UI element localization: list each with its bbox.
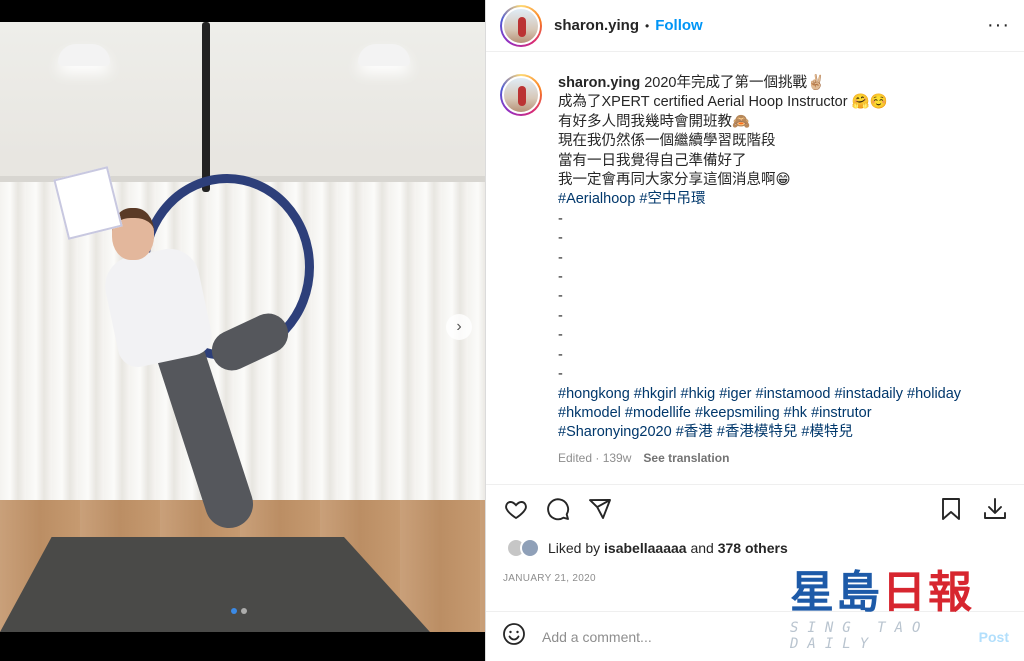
dash-line: -	[558, 230, 563, 247]
watermark-chars-red: 日報	[882, 567, 974, 618]
ceiling-lamp	[358, 44, 410, 66]
carousel-dot-active	[231, 608, 237, 614]
post-photo[interactable]	[0, 22, 485, 632]
likes-others[interactable]: 378 others	[718, 540, 788, 556]
dash-line: -	[558, 288, 563, 305]
caption-meta: Edited · 139w See translation	[558, 449, 998, 468]
caption-line: 現在我仍然係一個繼續學習既階段	[558, 133, 776, 150]
see-translation-link[interactable]: See translation	[643, 449, 729, 468]
dash-line: -	[558, 307, 563, 324]
save-icon[interactable]	[937, 495, 965, 523]
post-actions	[486, 484, 1024, 532]
dash-line: -	[558, 249, 563, 266]
watermark-chars-blue: 星島	[790, 567, 882, 618]
liker-avatars	[506, 538, 540, 558]
more-options-icon[interactable]: ···	[987, 14, 1010, 37]
watermark-subtitle: SING TAO DAILY	[790, 620, 930, 652]
separator-dot: •	[645, 18, 650, 33]
caption-avatar[interactable]	[500, 74, 542, 116]
post-details-panel: sharon.ying • Follow ··· sharon.ying 202…	[485, 0, 1024, 661]
caption: sharon.ying 2020年完成了第一個挑戰✌🏼 成為了XPERT cer…	[500, 74, 1010, 468]
ceiling-lamp	[58, 44, 110, 66]
edited-time: Edited · 139w	[558, 450, 632, 465]
post-header: sharon.ying • Follow ···	[486, 0, 1024, 52]
caption-line-text: 2020年完成了第一個挑戰✌🏼	[644, 75, 826, 91]
hashtag-line[interactable]: #hkmodel #modellife #keepsmiling #hk #in…	[558, 404, 998, 423]
header-username[interactable]: sharon.ying	[554, 17, 639, 34]
heart-icon[interactable]	[502, 495, 530, 523]
caption-text: sharon.ying 2020年完成了第一個挑戰✌🏼 成為了XPERT cer…	[558, 74, 998, 468]
caption-line: 當有一日我覺得自己準備好了	[558, 152, 747, 169]
comment-icon[interactable]	[544, 495, 572, 523]
hoop-rope	[202, 22, 210, 192]
carousel-dots	[231, 608, 247, 614]
liked-by-label: Liked by	[548, 540, 601, 556]
hashtag-line[interactable]: #Sharonying2020 #香港 #香港模特兒 #模特兒	[558, 423, 998, 442]
download-icon[interactable]	[981, 495, 1009, 523]
avatar[interactable]	[500, 4, 542, 47]
caption-line: 成為了XPERT certified Aerial Hoop Instructo…	[558, 94, 888, 111]
dash-line: -	[558, 269, 563, 286]
caption-username[interactable]: sharon.ying	[558, 75, 640, 91]
post-date[interactable]: JANUARY 21, 2020	[503, 573, 596, 584]
likes-summary: Liked by isabellaaaaa and 378 others	[506, 538, 788, 558]
likes-and: and	[690, 540, 714, 556]
post-image-panel: ›	[0, 0, 485, 661]
sing-tao-daily-watermark: 星島日報 SING TAO DAILY	[790, 568, 1010, 653]
watermark-logo: 星島日報	[790, 568, 1010, 618]
caption-line: sharon.ying 2020年完成了第一個挑戰✌🏼	[558, 74, 998, 93]
next-photo-icon[interactable]: ›	[446, 314, 472, 340]
caption-line: 有好多人問我幾時會開班教🙈	[558, 113, 751, 130]
follow-button[interactable]: Follow	[655, 17, 703, 34]
liker-username[interactable]: isabellaaaaa	[604, 540, 687, 556]
avatar-image	[502, 6, 540, 45]
dash-line: -	[558, 210, 563, 227]
carousel-dot	[241, 608, 247, 614]
caption-line: 我一定會再同大家分享這個消息啊😁	[558, 172, 791, 189]
hashtag-line[interactable]: #Aerialhoop #空中吊環	[558, 190, 998, 209]
share-icon[interactable]	[586, 495, 614, 523]
dash-line: -	[558, 366, 563, 383]
avatar-image	[502, 76, 540, 114]
emoji-icon[interactable]	[502, 622, 526, 651]
dash-line: -	[558, 327, 563, 344]
hashtag-line[interactable]: #hongkong #hkgirl #hkig #iger #instamood…	[558, 385, 998, 404]
dash-line: -	[558, 346, 563, 363]
liker-avatar	[520, 538, 540, 558]
